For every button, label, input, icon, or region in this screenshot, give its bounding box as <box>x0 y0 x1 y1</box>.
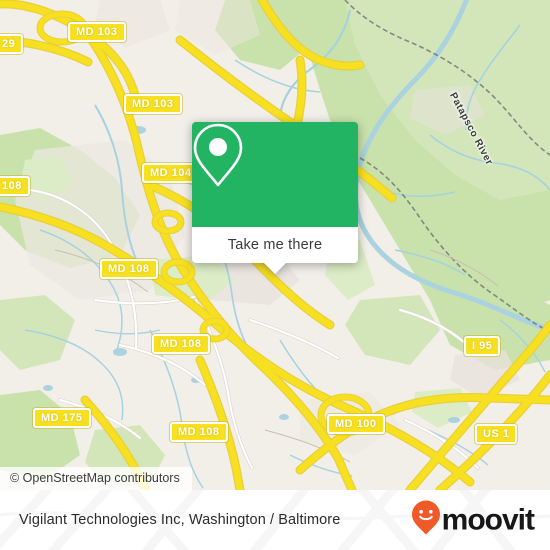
map-canvas[interactable]: .wood{fill:#c9e1ab;} .wood2{fill:#d3e6b9… <box>0 0 550 490</box>
road-shield: MD 100 <box>327 414 385 434</box>
page-title: Vigilant Technologies Inc, Washington / … <box>19 512 341 528</box>
moovit-smiley-pin-icon <box>411 500 440 540</box>
road-shield: MD 108 <box>152 334 210 354</box>
map-attribution[interactable]: © OpenStreetMap contributors <box>0 467 192 490</box>
footer-bar: Vigilant Technologies Inc, Washington / … <box>0 490 550 550</box>
road-shield: I 95 <box>464 336 501 356</box>
road-shield: MD 108 <box>100 259 158 279</box>
location-popup[interactable]: Take me there <box>192 122 358 274</box>
road-shield: 29 <box>0 34 24 54</box>
road-shield: MD 104 <box>142 163 200 183</box>
road-shield: MD 103 <box>68 22 126 42</box>
road-shield: MD 108 <box>170 422 228 442</box>
take-me-there-button[interactable]: Take me there <box>192 227 358 274</box>
moovit-wordmark: moovit <box>441 503 535 536</box>
moovit-logo[interactable]: moovit <box>411 500 535 540</box>
road-shield: MD 175 <box>33 408 91 428</box>
road-shield: MD 103 <box>124 94 182 114</box>
popup-pointer <box>264 263 286 274</box>
road-shield: US 1 <box>475 424 518 444</box>
road-shield: 108 <box>0 176 30 196</box>
popup-header <box>192 122 358 227</box>
take-me-there-label: Take me there <box>227 237 323 253</box>
map-screenshot: .wood{fill:#c9e1ab;} .wood2{fill:#d3e6b9… <box>0 0 550 550</box>
